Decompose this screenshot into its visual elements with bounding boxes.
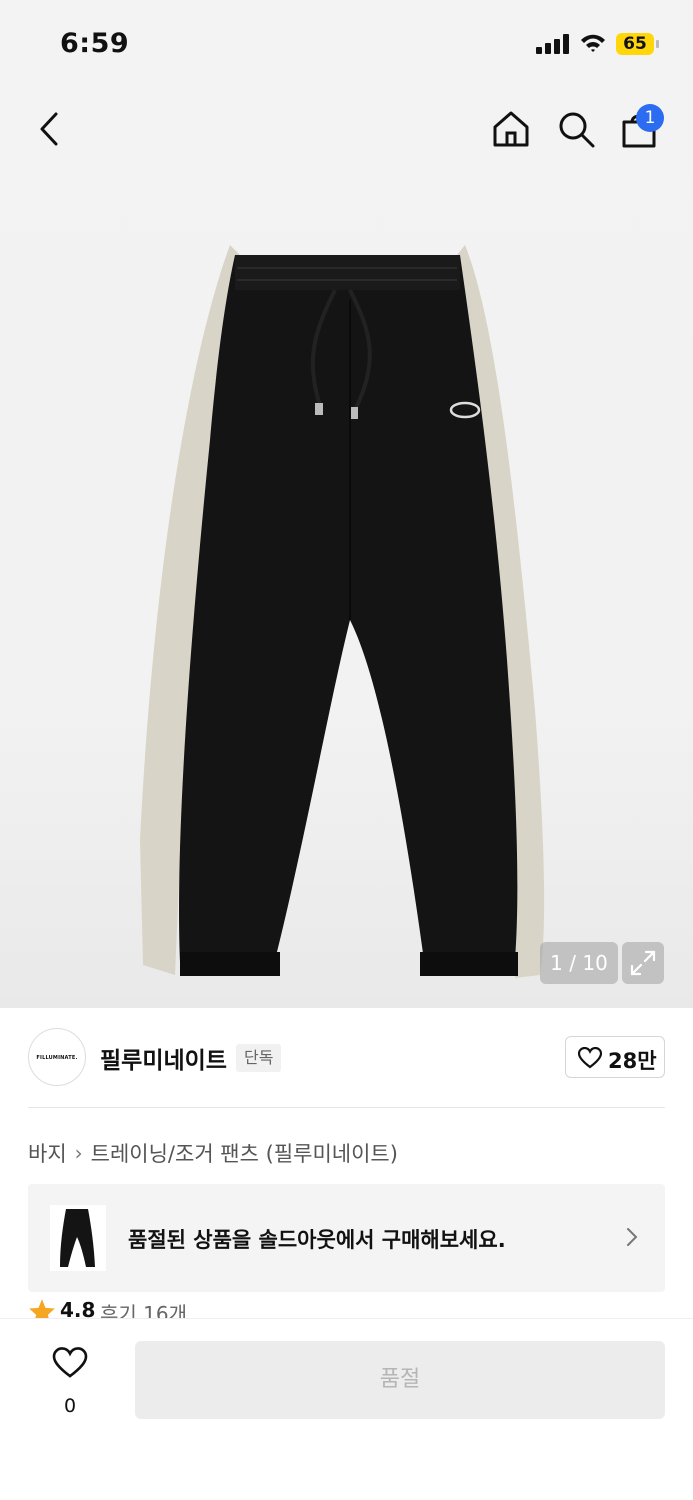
soldout-resale-banner[interactable]: 품절된 상품을 솔드아웃에서 구매해보세요. — [28, 1184, 665, 1292]
brand-name[interactable]: 필루미네이트 — [100, 1041, 227, 1075]
expand-icon — [630, 950, 656, 976]
expand-image-button[interactable] — [622, 942, 664, 984]
wishlist-count: 0 — [63, 1395, 77, 1417]
exclusive-badge: 단독 — [236, 1044, 282, 1072]
search-icon[interactable] — [555, 108, 597, 150]
chevron-right-icon: › — [74, 1141, 83, 1165]
review-count[interactable]: 후기 16개 — [100, 1298, 187, 1320]
rating-value: 4.8 — [60, 1298, 96, 1320]
breadcrumb-item-category[interactable]: 바지 — [28, 1142, 67, 1166]
brand-like-button[interactable]: 28만 — [565, 1036, 665, 1078]
cellular-signal-icon — [536, 34, 570, 54]
back-arrow-icon[interactable] — [30, 108, 72, 150]
chevron-right-icon — [627, 1228, 638, 1246]
status-bar: 6:59 65 — [0, 0, 693, 88]
image-counter: 1 / 10 — [540, 942, 618, 984]
soldout-button[interactable]: 품절 — [135, 1341, 665, 1419]
product-image[interactable] — [135, 240, 575, 990]
brand-row: FILLUMINATE. 필루미네이트 단독 28만 — [28, 1028, 665, 1086]
brand-like-count: 28만 — [608, 1049, 657, 1073]
home-icon[interactable] — [490, 108, 532, 150]
soldout-banner-text: 품절된 상품을 솔드아웃에서 구매해보세요. — [128, 1228, 506, 1252]
status-time: 6:59 — [60, 28, 130, 59]
wifi-icon — [581, 34, 605, 52]
rating-summary[interactable]: 4.8 후기 16개 — [28, 1298, 428, 1320]
bottom-action-bar: 0 품절 — [0, 1318, 693, 1500]
brand-logo[interactable]: FILLUMINATE. — [28, 1028, 86, 1086]
heart-icon — [578, 1047, 602, 1069]
divider — [28, 1107, 665, 1108]
cart-count-badge: 1 — [636, 104, 664, 132]
product-thumbnail — [50, 1205, 106, 1271]
breadcrumb-item-subcategory[interactable]: 트레이닝/조거 팬츠 (필루미네이트) — [91, 1142, 398, 1166]
top-navigation: 1 — [0, 98, 693, 162]
product-image-gallery[interactable]: 6:59 65 1 1 / 10 — [0, 0, 693, 1008]
breadcrumb: 바지 › 트레이닝/조거 팬츠 (필루미네이트) — [28, 1138, 398, 1168]
star-icon — [29, 1299, 55, 1320]
battery-indicator: 65 — [616, 33, 659, 55]
wishlist-button[interactable]: 0 — [48, 1345, 92, 1421]
heart-icon — [52, 1347, 88, 1378]
